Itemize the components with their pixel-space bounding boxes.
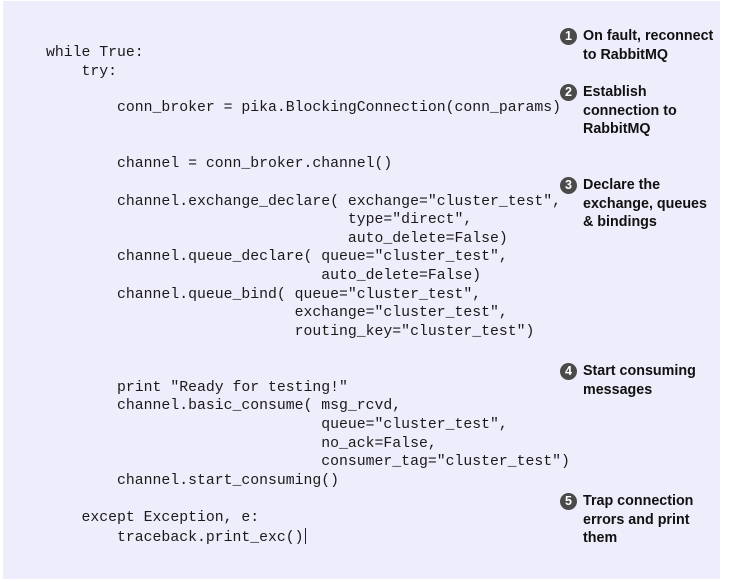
number-badge-icon: 2 (560, 84, 577, 101)
code-line: except Exception, e: (46, 510, 260, 526)
code-line: exchange="cluster_test", (46, 305, 508, 321)
code-listing: while True: try: conn_broker = pika.Bloc… (0, 0, 570, 546)
annotation-text: Start consuming messages (583, 363, 696, 398)
code-line: print "Ready for testing!" (46, 380, 348, 396)
code-line: auto_delete=False) (46, 231, 508, 247)
annotation-text: Trap connection errors and print them (583, 493, 694, 547)
code-line: auto_delete=False) (46, 268, 482, 284)
code-line: channel.queue_bind( queue="cluster_test"… (46, 287, 482, 303)
code-line: no_ack=False, (46, 436, 437, 452)
code-line: conn_broker = pika.BlockingConnection(co… (46, 100, 562, 116)
number-badge-icon: 1 (560, 28, 577, 45)
text-cursor (304, 528, 306, 544)
code-line-last[interactable]: traceback.print_exc() (46, 528, 306, 547)
code-line: channel = conn_broker.channel() (46, 156, 393, 172)
annotation-text: Declare the exchange, queues & bindings (583, 177, 707, 231)
annotation-text: On fault, reconnect to RabbitMQ (583, 28, 714, 63)
number-badge-icon: 5 (560, 493, 577, 510)
code-line: consumer_tag="cluster_test") (46, 454, 570, 470)
code-line: channel.queue_declare( queue="cluster_te… (46, 249, 508, 265)
code-line: traceback.print_exc() (46, 530, 304, 546)
number-badge-icon: 4 (560, 363, 577, 380)
code-line: queue="cluster_test", (46, 417, 508, 433)
annotation-text: Establish connection to RabbitMQ (583, 84, 677, 138)
code-line: channel.start_consuming() (46, 473, 340, 489)
number-badge-icon: 3 (560, 177, 577, 194)
code-line: channel.exchange_declare( exchange="clus… (46, 194, 562, 210)
code-line: routing_key="cluster_test") (46, 324, 535, 340)
code-line: try: (46, 64, 118, 80)
code-line: type="direct", (46, 212, 473, 228)
code-line: while True: (46, 45, 144, 61)
code-line: channel.basic_consume( msg_rcvd, (46, 398, 402, 414)
